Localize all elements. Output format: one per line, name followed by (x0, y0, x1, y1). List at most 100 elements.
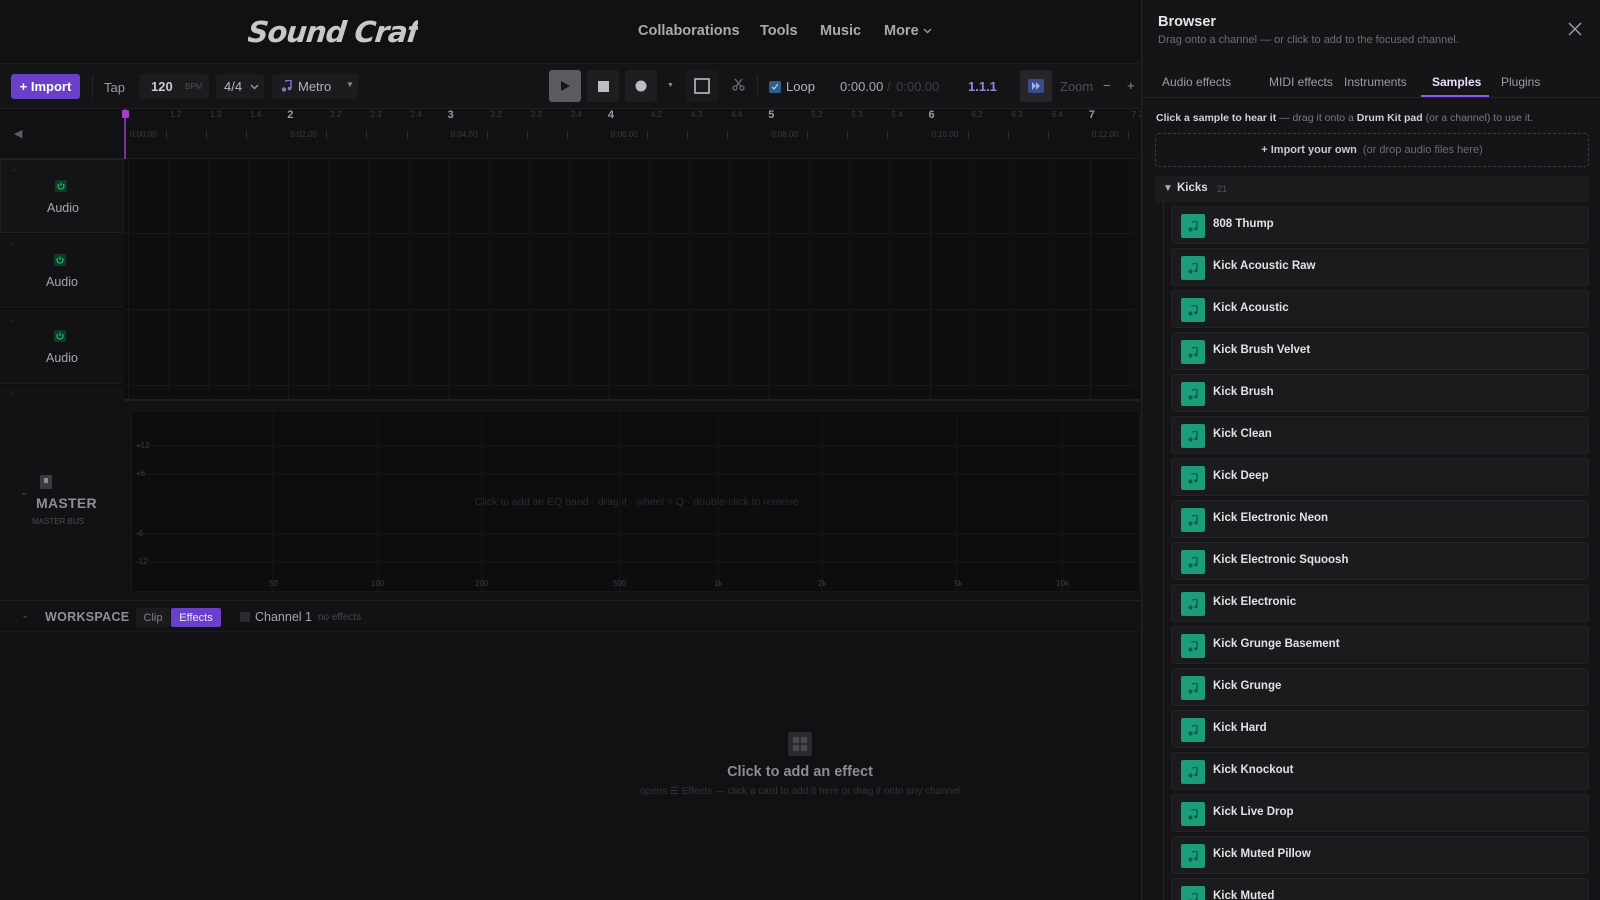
ruler-tick (646, 131, 648, 139)
sample-name: Kick Deep (1213, 470, 1269, 482)
sample-name: Kick Brush (1213, 386, 1274, 398)
sample-name: Kick Muted (1213, 890, 1275, 900)
sample-item[interactable]: Kick Deep (1171, 458, 1589, 496)
effects-workspace[interactable]: Click to add an effect opens ☰ Effects —… (0, 632, 1140, 900)
tab-instruments[interactable]: Instruments (1344, 75, 1407, 89)
sample-item[interactable]: Kick Acoustic Raw (1171, 248, 1589, 286)
track-header[interactable]: - Audio (0, 310, 124, 384)
track-header[interactable]: - Audio (0, 159, 124, 233)
loop-toggle[interactable]: Loop (769, 78, 839, 96)
select-tool-button[interactable] (686, 70, 718, 102)
close-icon[interactable] (1568, 22, 1582, 36)
music-note-icon (1188, 514, 1198, 525)
loop-label: Loop (786, 79, 815, 94)
browser-subtitle: Drag onto a channel — or click to add to… (1158, 34, 1459, 46)
sample-item[interactable]: Kick Brush (1171, 374, 1589, 412)
tab-midi-effects[interactable]: MIDI effects (1269, 75, 1333, 89)
ruler-tick (847, 131, 849, 139)
collapse-tracks-icon[interactable]: ◀ (14, 127, 22, 140)
playhead-handle[interactable] (122, 110, 129, 118)
zoom-in-button[interactable]: + (1127, 78, 1135, 93)
power-icon[interactable] (54, 254, 66, 266)
nav-more[interactable]: More (884, 23, 932, 39)
sample-name: 808 Thump (1213, 218, 1274, 230)
nav-music[interactable]: Music (820, 23, 861, 39)
sample-item[interactable]: Kick Electronic Squoosh (1171, 542, 1589, 580)
sample-item[interactable]: Kick Brush Velvet (1171, 332, 1589, 370)
sample-item[interactable]: Kick Electronic Neon (1171, 500, 1589, 538)
eq-db-label: -6 (136, 529, 144, 538)
track-header-partial: - (0, 386, 124, 401)
beat-grid-line (969, 159, 971, 401)
chevron-down-icon (250, 84, 259, 90)
hint-text: — drag it onto a (1276, 112, 1357, 124)
eq-graph[interactable]: +12 +6 -6 -12 50 100 200 500 1k 2k 5k 10… (131, 411, 1141, 593)
sample-item[interactable]: Kick Hard (1171, 710, 1589, 748)
nav-collaborations[interactable]: Collaborations (638, 23, 740, 39)
sample-item[interactable]: Kick Muted (1171, 878, 1589, 900)
sample-item[interactable]: Kick Grunge Basement (1171, 626, 1589, 664)
follow-playhead-button[interactable] (1020, 70, 1052, 102)
beat-number: 3.3 (530, 110, 542, 119)
track-header[interactable]: - Audio (0, 234, 124, 308)
tap-button[interactable]: Tap (104, 80, 125, 95)
collapse-workspace-icon[interactable]: ⌄ (21, 610, 29, 621)
split-tool-button[interactable] (732, 78, 745, 94)
beat-number: 1.3 (210, 110, 222, 119)
tab-samples[interactable]: Samples (1432, 75, 1481, 89)
play-button[interactable] (549, 70, 581, 102)
track-area: - Audio - Audio - Audio - (0, 159, 1212, 401)
beat-grid-line (328, 159, 330, 401)
sample-item[interactable]: 808 Thump (1171, 206, 1589, 244)
collapse-master-icon[interactable]: ⌄ (20, 487, 28, 498)
sample-item[interactable]: Kick Grunge (1171, 668, 1589, 706)
eq-db-label: +12 (136, 441, 150, 450)
metro-dropdown-icon[interactable]: ▼ (346, 80, 354, 89)
nav-tools[interactable]: Tools (760, 23, 798, 39)
beat-number: 2.4 (410, 110, 422, 119)
track-menu[interactable]: - (11, 388, 14, 399)
record-button[interactable] (625, 70, 657, 102)
tab-plugins[interactable]: Plugins (1501, 75, 1540, 89)
sample-item[interactable]: Kick Live Drop (1171, 794, 1589, 832)
tab-audio-effects[interactable]: Audio effects (1162, 75, 1231, 89)
beat-number: 1.2 (170, 110, 182, 119)
logo[interactable]: Sound Craft (248, 11, 418, 53)
track-menu[interactable]: - (11, 239, 14, 250)
bar-grid-line (1089, 159, 1091, 401)
track-menu[interactable]: - (12, 165, 15, 176)
track-menu[interactable]: - (11, 315, 14, 326)
stop-button[interactable] (587, 70, 619, 102)
zoom-out-button[interactable]: − (1103, 78, 1111, 93)
active-tab-indicator (1421, 95, 1489, 97)
sample-item[interactable]: Kick Clean (1171, 416, 1589, 454)
sample-item[interactable]: Kick Knockout (1171, 752, 1589, 790)
tab-clip[interactable]: Clip (136, 608, 170, 627)
caret-down-icon: ▼ (1163, 183, 1173, 194)
import-button[interactable]: + Import (11, 74, 80, 99)
beat-number: 3.2 (490, 110, 502, 119)
beat-grid-line (849, 159, 851, 401)
tab-effects[interactable]: Effects (171, 608, 221, 627)
sample-item[interactable]: Kick Muted Pillow (1171, 836, 1589, 874)
workspace-title: WORKSPACE (45, 610, 130, 624)
power-icon[interactable] (55, 180, 67, 192)
sample-item[interactable]: Kick Electronic (1171, 584, 1589, 622)
time-signature-select[interactable]: 4/4 (216, 74, 264, 99)
track-divider (124, 385, 1140, 386)
ruler-tick (1127, 131, 1129, 139)
record-options-icon[interactable]: ▼ (667, 82, 674, 89)
import-own-button[interactable]: + Import your own (or drop audio files he… (1155, 133, 1589, 167)
workspace-header: ⌄ WORKSPACE Clip Effects Channel 1 no ef… (0, 602, 1140, 632)
bar-number: 5 (768, 109, 775, 121)
category-kicks[interactable]: ▼ Kicks 21 (1155, 176, 1589, 202)
track-name: Audio (46, 351, 78, 365)
sample-icon (1181, 718, 1205, 742)
beat-number: 5.2 (811, 110, 823, 119)
bpm-field[interactable]: 120 BPM (139, 74, 209, 99)
sample-item[interactable]: Kick Acoustic (1171, 290, 1589, 328)
power-icon[interactable] (54, 330, 66, 342)
beat-grid-line (1009, 159, 1011, 401)
metronome-toggle[interactable]: Metro ▼ (272, 74, 358, 99)
timeline-ruler[interactable]: ◀ 11.21.31.40:00.0022.22.32.40:02.0033.2… (0, 109, 1223, 159)
